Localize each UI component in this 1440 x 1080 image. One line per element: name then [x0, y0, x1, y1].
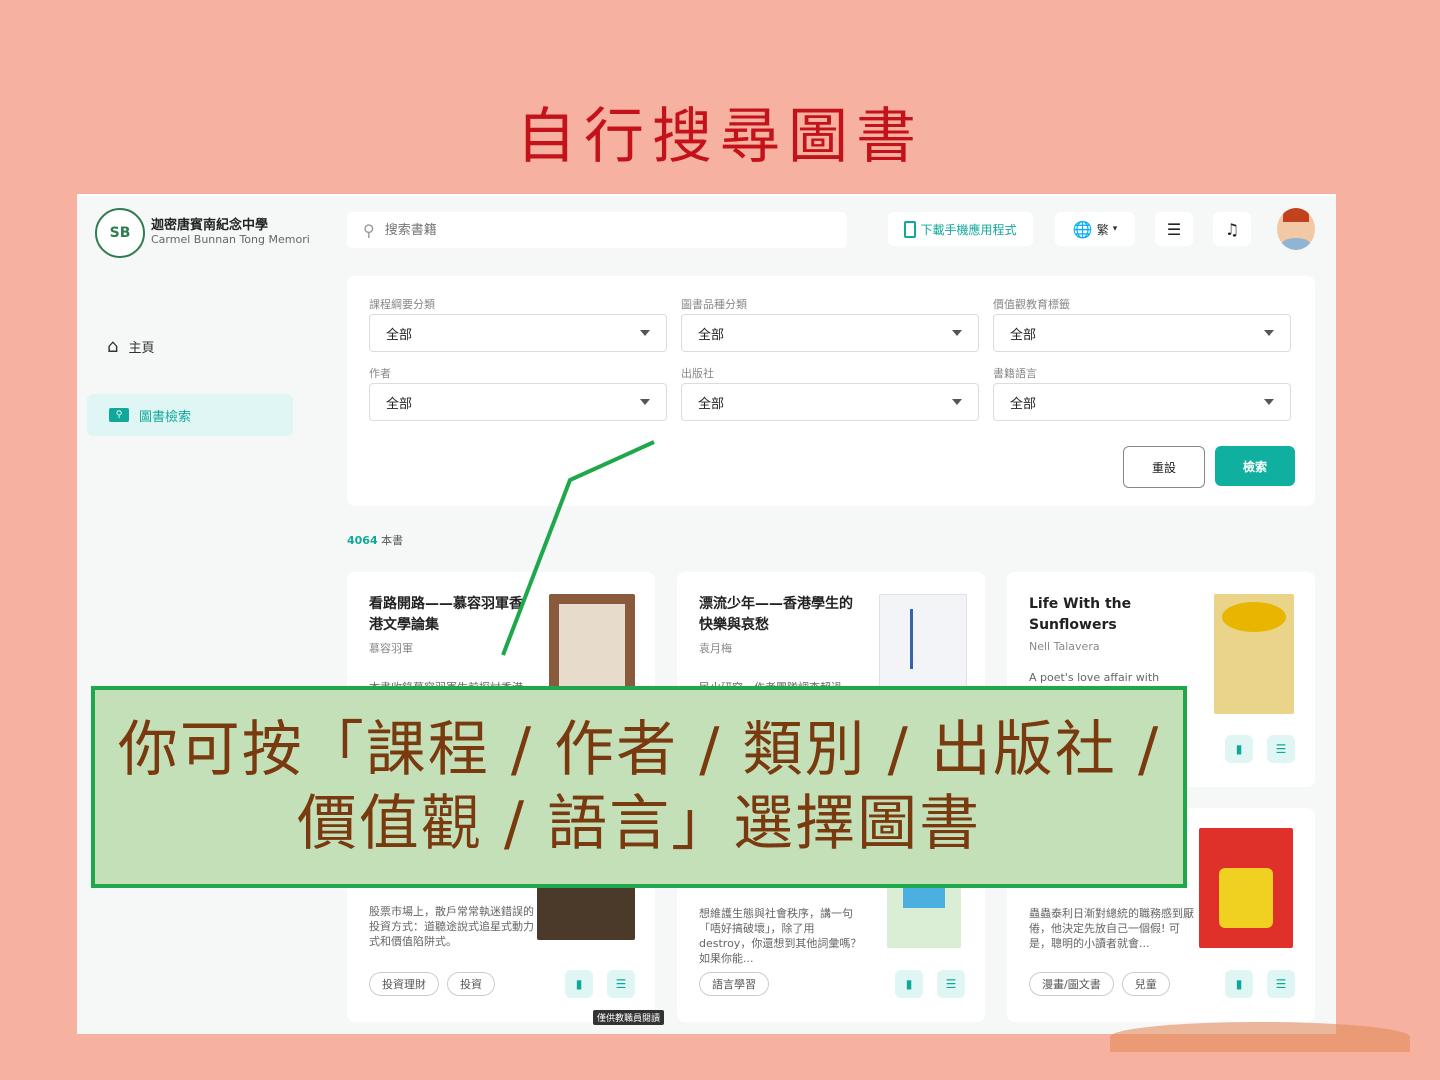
callout-line-2: 價值觀 / 語言」選擇圖書: [296, 789, 982, 859]
instruction-callout: 你可按「課程 / 作者 / 類別 / 出版社 / 價值觀 / 語言」選擇圖書: [91, 686, 1187, 888]
callout-line-1: 你可按「課程 / 作者 / 類別 / 出版社 /: [117, 715, 1161, 785]
callout-pointer-line: [501, 440, 655, 656]
